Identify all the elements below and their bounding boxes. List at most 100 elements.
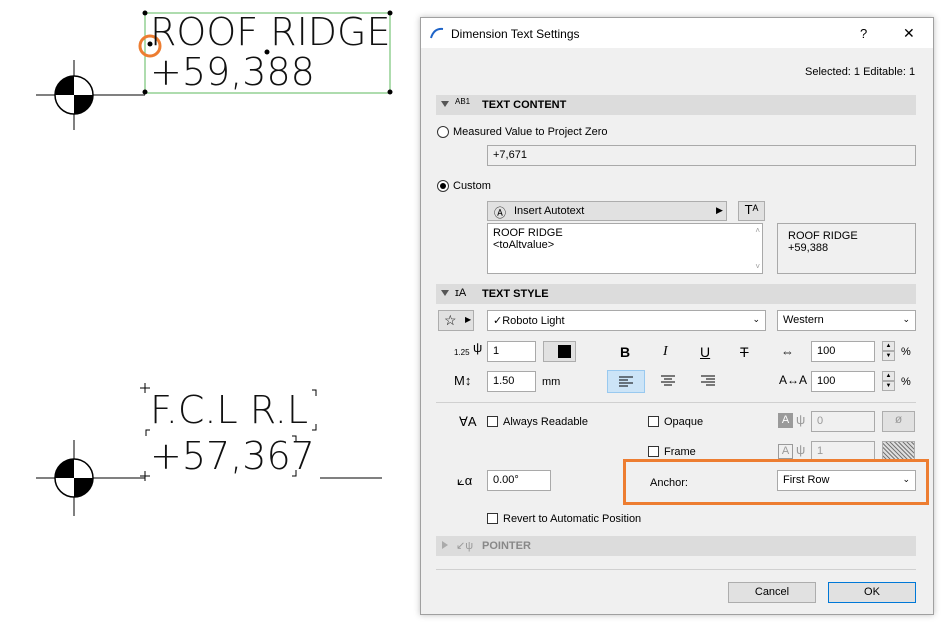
chevron-down-icon: ⌄ — [752, 314, 760, 324]
frame-pen-glyph-icon: ψ — [796, 442, 806, 457]
measured-value-radio[interactable] — [437, 126, 449, 138]
font-value: Roboto Light — [502, 315, 565, 327]
text-height-field[interactable]: 1.50 — [487, 371, 536, 392]
custom-label: Custom — [453, 180, 491, 192]
pen-color-swatch — [558, 345, 571, 358]
check-icon: ✓ — [493, 315, 503, 327]
favorites-button[interactable]: ☆ ▶ — [438, 310, 474, 331]
text-format-button[interactable]: Tᴬ — [738, 201, 765, 221]
collapse-arrow-icon — [441, 101, 449, 107]
text-content-icon: AB1 — [455, 97, 471, 106]
width-factor-spinner[interactable]: ▲ ▼ — [882, 341, 895, 362]
text-style-title: TEXT STYLE — [482, 288, 549, 300]
ok-button[interactable]: OK — [828, 582, 916, 603]
angle-field[interactable]: 0.00° — [487, 470, 551, 491]
preview-box: ROOF RIDGE +59,388 — [777, 223, 916, 274]
divider — [436, 402, 916, 403]
label1-line2: +59,388 — [150, 50, 315, 94]
scroll-down-icon[interactable]: ˅ — [755, 262, 760, 271]
bold-button[interactable]: B — [620, 344, 630, 360]
opaque-none-button: ø — [882, 411, 915, 432]
preview-line1: ROOF RIDGE — [788, 230, 858, 242]
submenu-arrow-icon: ▶ — [716, 205, 723, 215]
text-height-icon: M↕ — [454, 373, 472, 388]
anchor-label: Anchor: — [650, 477, 688, 489]
pen-size-label: 1.25 — [454, 348, 470, 357]
dialog-title: Dimension Text Settings — [451, 27, 580, 41]
always-readable-label: Always Readable — [503, 416, 588, 428]
always-readable-checkbox[interactable] — [487, 416, 498, 427]
italic-button[interactable]: I — [663, 344, 668, 360]
preview-line2: +59,388 — [788, 242, 829, 254]
pointer-title: POINTER — [482, 540, 531, 552]
spacing-factor-icon: A↔A — [779, 373, 808, 387]
text-content-header[interactable]: AB1 TEXT CONTENT — [436, 95, 916, 115]
custom-text-area[interactable]: ROOF RIDGE <toAltvalue> ˄ ˅ — [487, 223, 763, 274]
chevron-down-icon: ⌄ — [902, 474, 910, 484]
align-left-button[interactable] — [607, 370, 645, 393]
frame-label: Frame — [664, 446, 696, 458]
opaque-checkbox[interactable] — [648, 416, 659, 427]
expand-arrow-icon — [442, 541, 448, 549]
anchor-value: First Row — [783, 474, 830, 486]
close-button[interactable]: ✕ — [903, 25, 915, 42]
pen-icon: ψ — [473, 340, 483, 355]
align-center-icon — [661, 375, 675, 386]
divider — [436, 569, 916, 570]
spacing-percent: % — [901, 376, 911, 388]
frame-pen-icon: A — [778, 444, 793, 459]
pen-color-button[interactable] — [543, 341, 576, 362]
background-pen-icon: A — [778, 413, 793, 428]
frame-checkbox[interactable] — [648, 446, 659, 457]
drawing-lines — [36, 10, 393, 516]
chevron-down-icon: ⌄ — [902, 314, 910, 324]
width-factor-field[interactable]: 100 — [811, 341, 875, 362]
pointer-header[interactable]: ↙ψ POINTER — [436, 536, 916, 556]
drawing-canvas[interactable]: ROOF RIDGE +59,388 F.C.L R.L +57,367 — [0, 0, 420, 629]
title-bar: Dimension Text Settings ? ✕ — [421, 18, 933, 48]
angle-icon: ⟀α — [457, 473, 473, 488]
opaque-label: Opaque — [664, 416, 704, 428]
cancel-button[interactable]: Cancel — [728, 582, 816, 603]
spacing-factor-field[interactable]: 100 — [811, 371, 875, 392]
font-select[interactable]: ✓Roboto Light ⌄ — [487, 310, 766, 331]
align-center-button[interactable] — [649, 370, 687, 393]
width-percent: % — [901, 346, 911, 358]
opaque-pen-field: 0 — [811, 411, 875, 432]
always-readable-icon: ∀A — [459, 414, 477, 429]
align-left-icon — [619, 376, 633, 387]
selection-info: Selected: 1 Editable: 1 — [805, 66, 916, 78]
measured-value-field: +7,671 — [487, 145, 916, 166]
collapse-arrow-icon — [441, 290, 449, 296]
insert-autotext-button[interactable]: Ⓐ Insert Autotext ▶ — [487, 201, 727, 221]
revert-checkbox[interactable] — [487, 513, 498, 524]
background-pen-glyph-icon: ψ — [796, 412, 806, 427]
pen-number-field[interactable]: 1 — [487, 341, 536, 362]
text-content-title: TEXT CONTENT — [482, 99, 567, 111]
spacing-factor-spinner[interactable]: ▲ ▼ — [882, 371, 895, 392]
align-right-icon — [701, 375, 715, 386]
anchor-select[interactable]: First Row ⌄ — [777, 470, 916, 491]
text-style-header[interactable]: ɪA TEXT STYLE — [436, 284, 916, 304]
script-select[interactable]: Western ⌄ — [777, 310, 916, 331]
help-button[interactable]: ? — [860, 26, 867, 41]
strikethrough-button[interactable]: T — [740, 344, 749, 360]
submenu-arrow-icon: ▶ — [465, 315, 472, 324]
align-right-button[interactable] — [689, 370, 727, 393]
custom-text-line2: <toAltvalue> — [493, 239, 555, 251]
height-unit: mm — [542, 376, 561, 388]
dimension-text-settings-dialog: Dimension Text Settings ? ✕ Selected: 1 … — [420, 17, 934, 615]
measured-value-label: Measured Value to Project Zero — [453, 126, 608, 138]
label1-line1: ROOF RIDGE — [150, 10, 391, 54]
autotext-icon: Ⓐ — [494, 206, 507, 220]
scroll-up-icon[interactable]: ˄ — [755, 226, 760, 235]
label2-line2: +57,367 — [150, 434, 315, 478]
custom-text-line1: ROOF RIDGE — [493, 227, 563, 239]
width-factor-icon: ⇔ — [781, 344, 794, 359]
underline-button[interactable]: U — [700, 344, 710, 360]
revert-label: Revert to Automatic Position — [503, 513, 642, 525]
app-logo-icon — [430, 27, 444, 39]
text-style-icon: ɪA — [455, 287, 467, 299]
label2-line1: F.C.L R.L — [150, 388, 308, 432]
custom-radio[interactable] — [437, 180, 449, 192]
